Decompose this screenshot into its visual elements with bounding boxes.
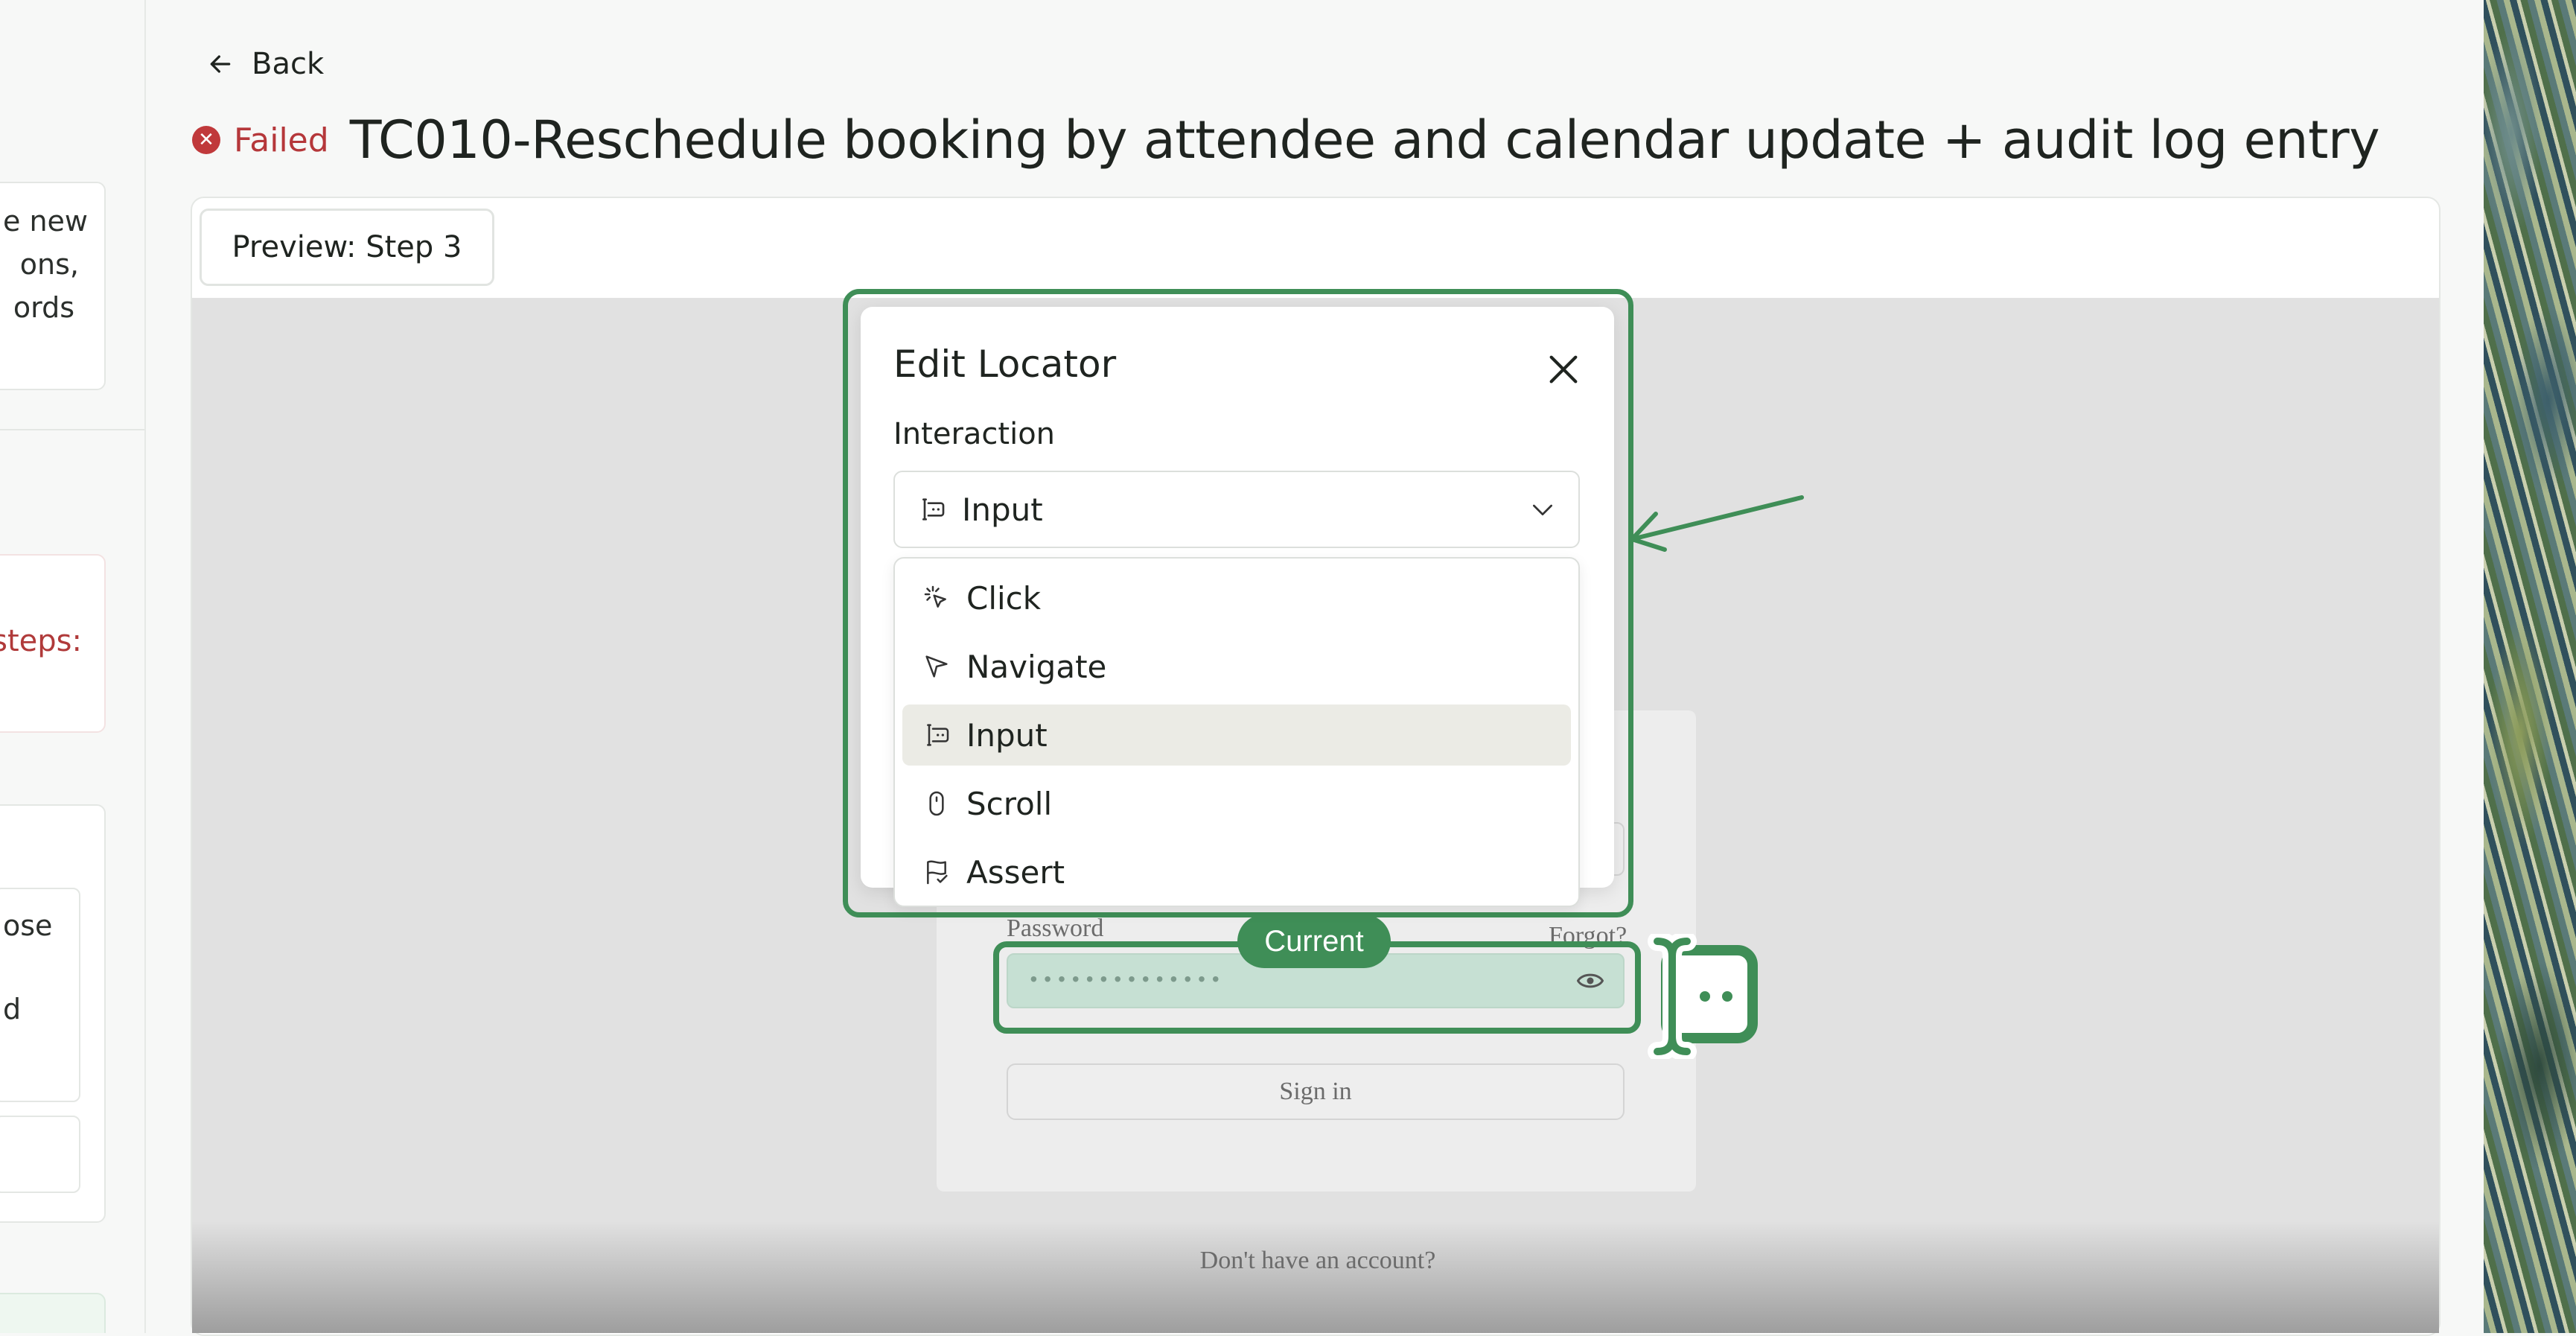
- sidebar-card: ose d: [0, 804, 106, 1223]
- option-scroll[interactable]: Scroll: [902, 773, 1571, 834]
- modal-title: Edit Locator: [893, 343, 1117, 386]
- option-assert[interactable]: Assert: [902, 842, 1571, 903]
- sidebar-textarea-text: d: [3, 993, 22, 1025]
- option-label: Click: [966, 579, 1042, 617]
- back-label: Back: [252, 47, 325, 81]
- test-title-row: ✕ Failed TC010-Reschedule booking by att…: [192, 104, 2380, 176]
- option-label: Scroll: [966, 785, 1053, 822]
- password-label: Password: [1007, 914, 1104, 942]
- failed-x-icon: ✕: [192, 126, 220, 154]
- sidebar-card: e new ons, ords: [0, 182, 106, 390]
- left-sidebar: e new ons, ords steps: ose d: [0, 0, 146, 1333]
- interaction-dropdown-menu: Click Navigate Input Scroll Assert: [893, 557, 1580, 907]
- input-interaction-icon: [1648, 934, 1758, 1059]
- tab-preview-step[interactable]: Preview: Step 3: [200, 209, 494, 286]
- option-input[interactable]: Input: [902, 704, 1571, 766]
- no-account-text: Don't have an account?: [1199, 1247, 1436, 1274]
- interaction-label: Interaction: [893, 417, 1056, 451]
- sidebar-card-text: ons,: [19, 248, 79, 281]
- mouse-scroll-icon: [922, 789, 951, 818]
- text-cursor-input-icon: [922, 498, 945, 521]
- annotation-arrow-icon: [1630, 495, 1804, 552]
- sidebar-textarea-text: ose: [3, 909, 53, 942]
- text-cursor-input-icon: [922, 720, 951, 750]
- option-navigate[interactable]: Navigate: [902, 636, 1571, 697]
- sidebar-card-text: ords: [13, 291, 74, 324]
- current-badge: Current: [1237, 914, 1391, 968]
- option-label: Assert: [966, 853, 1065, 891]
- option-click[interactable]: Click: [902, 567, 1571, 629]
- option-label: Navigate: [966, 648, 1107, 685]
- option-label: Input: [966, 716, 1048, 754]
- back-button[interactable]: Back: [205, 42, 324, 86]
- preview-bottom-shade: [192, 1221, 2439, 1333]
- sidebar-steps-label: steps:: [0, 624, 82, 658]
- navigation-pointer-icon: [922, 652, 951, 681]
- signin-button: Sign in: [1007, 1063, 1625, 1120]
- arrow-left-icon: [210, 55, 231, 73]
- sidebar-textarea[interactable]: ose d: [0, 888, 80, 1102]
- sidebar-card-text: e new: [3, 205, 88, 238]
- select-value: Input: [962, 491, 1043, 528]
- flag-check-icon: [922, 857, 951, 887]
- page-title: TC010-Reschedule booking by attendee and…: [349, 109, 2380, 171]
- sidebar-card-success: [0, 1293, 106, 1333]
- interaction-select[interactable]: Input: [893, 471, 1580, 548]
- sidebar-card-steps: steps:: [0, 554, 106, 733]
- sidebar-input[interactable]: [0, 1116, 80, 1193]
- sidebar-divider: [0, 429, 144, 430]
- status-badge: Failed: [234, 121, 329, 159]
- close-icon[interactable]: [1543, 349, 1584, 390]
- chevron-down-icon: [1533, 504, 1552, 515]
- mouse-pointer-click-icon: [922, 583, 951, 613]
- background-artwork: [2484, 0, 2576, 1333]
